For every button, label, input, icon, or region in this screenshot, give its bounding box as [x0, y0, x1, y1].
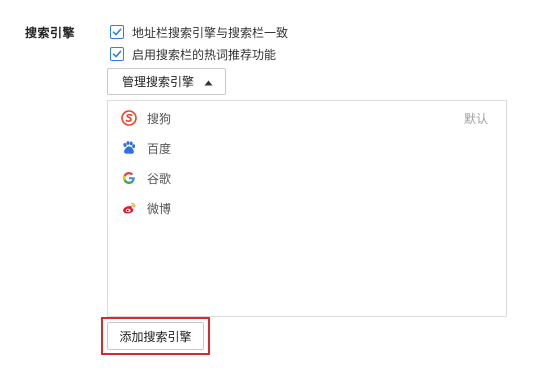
add-search-engine-button[interactable]: 添加搜索引擎 — [107, 322, 204, 350]
section-title: 搜索引擎 — [25, 26, 76, 40]
option-address-bar-sync[interactable]: 地址栏搜索引擎与搜索栏一致 — [110, 24, 288, 40]
engine-name: 谷歌 — [147, 171, 172, 186]
option-hot-words-label: 启用搜索栏的热词推荐功能 — [132, 47, 277, 62]
baidu-icon — [121, 140, 137, 156]
option-hot-words[interactable]: 启用搜索栏的热词推荐功能 — [110, 46, 276, 62]
option-address-bar-sync-label: 地址栏搜索引擎与搜索栏一致 — [132, 25, 289, 40]
checkbox-hot-words[interactable] — [110, 47, 124, 61]
weibo-icon — [121, 200, 137, 216]
engine-item-sogou[interactable]: 搜狗 默认 — [121, 108, 488, 128]
caret-up-icon — [204, 80, 213, 86]
manage-search-engines-label: 管理搜索引擎 — [122, 75, 195, 89]
checkmark-icon — [112, 28, 122, 36]
engine-item-baidu[interactable]: 百度 — [121, 138, 488, 158]
engine-item-weibo[interactable]: 微博 — [121, 198, 488, 218]
manage-search-engines-button[interactable]: 管理搜索引擎 — [107, 68, 226, 95]
engine-name: 搜狗 — [147, 111, 172, 126]
search-engine-list: 搜狗 默认 百度 谷歌 微博 — [107, 100, 507, 317]
search-engine-settings: 搜索引擎 地址栏搜索引擎与搜索栏一致 启用搜索栏的热词推荐功能 管理搜索引擎 搜… — [0, 0, 558, 374]
checkmark-icon — [112, 50, 122, 58]
engine-name: 百度 — [147, 141, 172, 156]
checkbox-address-bar-sync[interactable] — [110, 25, 124, 39]
google-icon — [121, 170, 137, 186]
sogou-icon — [121, 110, 137, 126]
engine-item-google[interactable]: 谷歌 — [121, 168, 488, 188]
engine-name: 微博 — [147, 201, 172, 216]
default-badge: 默认 — [463, 111, 488, 126]
